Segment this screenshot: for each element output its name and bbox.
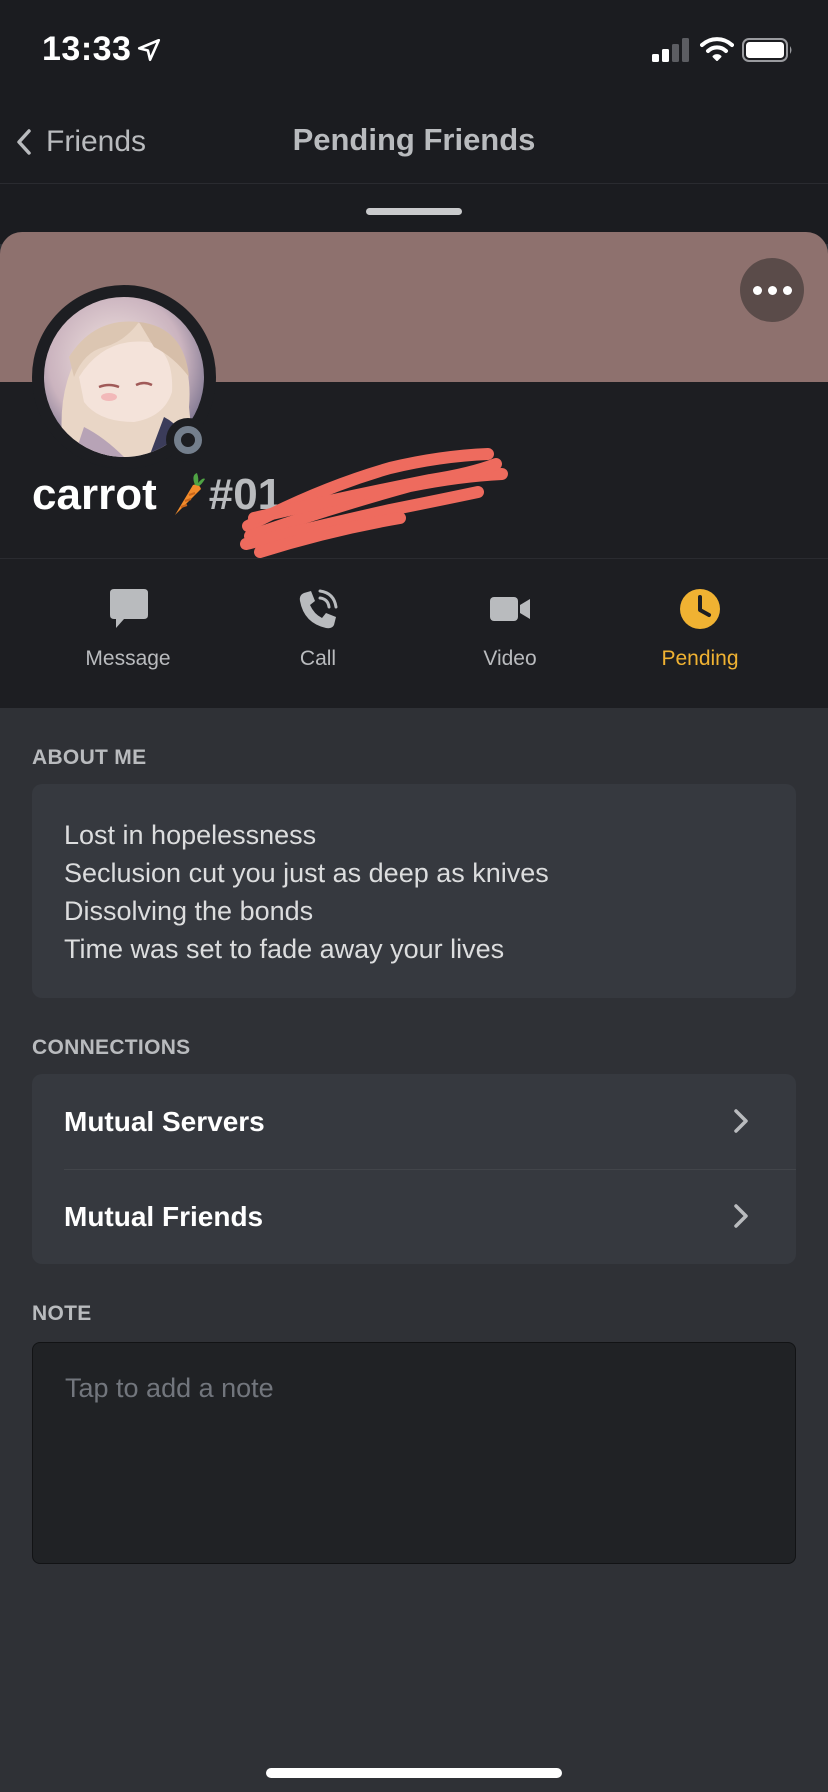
- chat-bubble-icon: [110, 589, 148, 628]
- note-heading: NOTE: [32, 1302, 92, 1325]
- mutual-servers-label: Mutual Servers: [64, 1105, 265, 1137]
- message-label: Message: [85, 647, 171, 670]
- username-text: carrot: [32, 470, 157, 519]
- mutual-friends-label: Mutual Friends: [64, 1200, 264, 1232]
- location-arrow-icon: [137, 38, 161, 62]
- chevron-right-icon: [734, 1204, 748, 1228]
- home-indicator[interactable]: [266, 1768, 562, 1778]
- connections-card: Mutual Servers Mutual Friends: [32, 1074, 796, 1264]
- pending-button[interactable]: Pending: [625, 587, 775, 671]
- status-time: 13:33: [42, 30, 132, 68]
- mutual-friends-row[interactable]: Mutual Friends: [32, 1169, 796, 1264]
- cellular-signal-icon: [652, 38, 689, 62]
- chevron-right-icon: [734, 1109, 748, 1133]
- battery-icon: [742, 38, 792, 62]
- carrot-icon: [174, 473, 205, 515]
- clock-icon: [680, 589, 720, 629]
- redaction-scribble: [240, 448, 508, 558]
- offline-status-icon: [174, 426, 202, 454]
- mutual-servers-row[interactable]: Mutual Servers: [32, 1074, 796, 1169]
- video-button[interactable]: Video: [435, 587, 585, 671]
- sheet-grabber[interactable]: [366, 208, 462, 215]
- video-camera-icon: [490, 597, 530, 621]
- more-dot-icon: [782, 285, 792, 295]
- about-line: Seclusion cut you just as deep as knives: [64, 858, 549, 888]
- video-label: Video: [483, 647, 537, 670]
- more-dot-icon: [752, 285, 762, 295]
- about-me-heading: ABOUT ME: [32, 746, 147, 769]
- call-button[interactable]: Call: [243, 587, 393, 671]
- nav-bar: Friends Pending Friends: [0, 100, 828, 184]
- more-dot-icon: [767, 285, 777, 295]
- more-options-button[interactable]: [740, 258, 804, 322]
- message-button[interactable]: Message: [53, 587, 203, 671]
- note-input[interactable]: Tap to add a note: [32, 1342, 796, 1564]
- call-label: Call: [299, 647, 337, 670]
- about-line: Dissolving the bonds: [64, 896, 314, 926]
- about-me-card: Lost in hopelessness Seclusion cut you j…: [32, 784, 796, 998]
- about-line: Time was set to fade away your lives: [64, 934, 505, 964]
- connections-heading: CONNECTIONS: [32, 1036, 191, 1059]
- profile-actions: Message Call Video Pending: [0, 558, 828, 708]
- status-bar: 13:33: [0, 0, 828, 100]
- note-placeholder: Tap to add a note: [65, 1373, 274, 1403]
- wifi-icon: [700, 37, 734, 61]
- pending-label: Pending: [661, 647, 739, 670]
- phone-icon: [299, 589, 338, 629]
- page-title: Pending Friends: [292, 122, 536, 157]
- about-line: Lost in hopelessness: [64, 820, 317, 850]
